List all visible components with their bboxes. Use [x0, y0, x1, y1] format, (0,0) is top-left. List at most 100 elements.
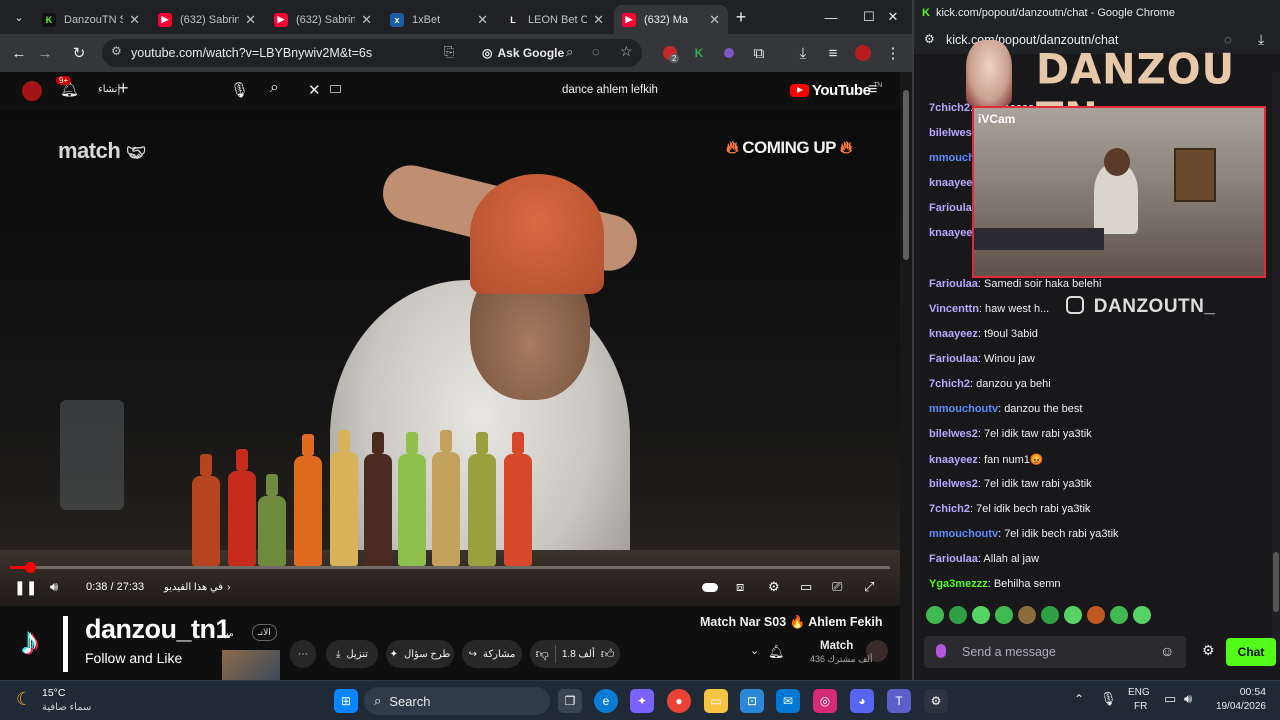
chat-username[interactable]: knaayeez — [929, 328, 978, 340]
browser-tab[interactable]: ▶ (632) Ma ✕ — [614, 5, 728, 34]
chat-scrollbar[interactable] — [1272, 72, 1280, 662]
new-tab-button[interactable]: + — [730, 6, 752, 28]
voice-search-mic-icon[interactable]: 🎙︎ — [230, 81, 249, 101]
hamburger-menu-icon[interactable]: ≡ — [868, 81, 877, 99]
close-tab-icon[interactable]: ✕ — [709, 12, 720, 28]
emote[interactable] — [926, 606, 944, 624]
emote[interactable] — [949, 606, 967, 624]
emoji-picker-icon[interactable]: ☺ — [1160, 643, 1174, 659]
zoom-icon[interactable]: ⌕ — [566, 44, 573, 60]
miniplayer-icon[interactable]: ▭ — [800, 578, 812, 596]
chat-username[interactable]: Farioulaa — [929, 353, 978, 365]
volume-tray-icon[interactable]: 🔊︎ — [1184, 691, 1192, 707]
create-label[interactable]: إنشاء — [98, 84, 120, 95]
chat-username[interactable]: Farioulaa — [929, 553, 978, 565]
show-hidden-icons-chevron-icon[interactable]: ⌃ — [1074, 692, 1084, 706]
teams-icon[interactable]: T — [887, 689, 911, 713]
close-tab-icon[interactable]: ✕ — [593, 12, 604, 28]
emote[interactable] — [995, 606, 1013, 624]
ask-google-button[interactable]: ◎ Ask Google — [474, 43, 572, 63]
weather-desc[interactable]: سماء صافية — [42, 702, 91, 713]
weather-moon-icon[interactable]: ☾ — [16, 689, 32, 710]
browser-tab[interactable]: ▶ (632) Sabrina ✕ — [150, 5, 264, 34]
language-indicator[interactable]: ENG — [1128, 687, 1150, 698]
reload-icon[interactable]: ↻ — [68, 42, 90, 64]
channel-name[interactable]: Match — [820, 640, 853, 652]
fullscreen-icon[interactable]: ⤢ — [864, 578, 874, 596]
extension-adblock-icon[interactable]: 2 — [659, 42, 681, 64]
copilot-icon[interactable]: ✦ — [630, 689, 654, 713]
browser-tab[interactable]: K DanzouTN St ✕ — [34, 5, 148, 34]
kick-extension-icon[interactable]: K — [688, 42, 710, 64]
create-plus-icon[interactable]: + — [118, 78, 129, 99]
video-player[interactable]: match 🤝︎ 🔥︎ COMING UP 🔥︎ — [0, 110, 900, 606]
site-info-icon[interactable]: ⚙ — [924, 32, 935, 46]
back-icon[interactable]: ← — [8, 42, 30, 64]
eye-off-icon[interactable]: ◌ — [592, 44, 600, 59]
microphone-tray-icon[interactable]: 🎙︎ — [1100, 691, 1117, 707]
chat-username[interactable]: 7chich2 — [929, 503, 970, 515]
network-icon[interactable]: ▭ — [1164, 691, 1176, 707]
chat-username[interactable]: knaayeez — [929, 227, 978, 239]
settings-app-icon[interactable]: ⚙ — [924, 689, 948, 713]
task-view-icon[interactable]: ❐ — [558, 689, 582, 713]
media-control-icon[interactable]: ≡ — [822, 42, 844, 64]
extension-purple-icon[interactable] — [718, 42, 740, 64]
chat-username[interactable]: Farioulaa — [929, 202, 978, 214]
mic-icon[interactable] — [936, 644, 946, 658]
chevron-down-icon[interactable]: ⌄ — [750, 644, 759, 657]
chat-username[interactable]: mmouchoutv — [929, 403, 998, 415]
youtube-search-input[interactable]: ✕ dance ahlem lefkih — [296, 79, 664, 105]
chat-username[interactable]: bilelwes2 — [929, 478, 978, 490]
settings-gear-icon[interactable]: ⚙ — [768, 578, 780, 596]
keyboard-icon[interactable] — [330, 85, 341, 93]
chat-username[interactable]: bilelwes2 — [929, 127, 978, 139]
chat-username[interactable]: Yga3mezzz — [929, 578, 988, 590]
clock-date[interactable]: 19/04/2026 — [1206, 701, 1266, 712]
emote[interactable] — [1041, 606, 1059, 624]
chat-settings-gear-icon[interactable]: ⚙ — [1202, 642, 1215, 659]
install-app-icon[interactable]: ⎘ — [444, 44, 454, 60]
keyboard-layout[interactable]: FR — [1134, 701, 1147, 712]
close-tab-icon[interactable]: ✕ — [129, 12, 140, 28]
chat-message-input[interactable]: Send a message ☺ — [924, 636, 1186, 668]
emote[interactable] — [1110, 606, 1128, 624]
emote[interactable] — [1064, 606, 1082, 624]
more-actions-button[interactable]: ⋯ — [290, 640, 316, 668]
ask-button[interactable]: ✦ طرح سؤال — [386, 640, 454, 668]
scrollbar-thumb[interactable] — [903, 90, 909, 260]
address-bar[interactable]: ⚙ youtube.com/watch?v=LBYBnywiv2M&t=6s ⎘… — [102, 39, 642, 67]
chapter-button[interactable]: في هذا الفيديو › — [164, 578, 230, 596]
chat-username[interactable]: knaayeez — [929, 177, 978, 189]
autoplay-toggle[interactable] — [702, 578, 718, 596]
edge-icon[interactable]: e — [594, 689, 618, 713]
chat-username[interactable]: 7chich2 — [929, 378, 970, 390]
pause-button[interactable]: ❚❚ — [14, 578, 37, 596]
chrome-icon[interactable]: ● — [667, 689, 691, 713]
chat-username[interactable]: knaayeez — [929, 454, 978, 466]
thumbnail[interactable] — [222, 650, 280, 680]
extensions-puzzle-icon[interactable]: ⧉ — [748, 42, 770, 64]
discord-icon[interactable]: ◕ — [850, 689, 874, 713]
weather-temp[interactable]: 15°C — [42, 687, 65, 699]
join-button[interactable]: الانـ — [252, 624, 277, 641]
chat-scrollbar-thumb[interactable] — [1273, 552, 1279, 612]
like-icon[interactable]: 👍︎ — [601, 646, 615, 662]
share-button[interactable]: ↪ مشاركة — [462, 640, 522, 668]
download-button[interactable]: ⤓ تنزيل — [326, 640, 378, 668]
browser-tab[interactable]: L LEON Bet Ca ✕ — [498, 5, 612, 34]
send-chat-button[interactable]: Chat — [1226, 638, 1276, 666]
file-explorer-icon[interactable]: ▭ — [704, 689, 728, 713]
clear-search-icon[interactable]: ✕ — [308, 81, 321, 99]
account-avatar[interactable] — [22, 81, 42, 101]
close-window-icon[interactable]: ✕ — [874, 0, 912, 34]
emote[interactable] — [1133, 606, 1151, 624]
tab-search-icon[interactable]: ⌄ — [8, 6, 30, 28]
subtitles-icon[interactable]: ⧈ — [736, 578, 744, 596]
video-progress-bar[interactable] — [10, 562, 890, 573]
downloads-icon[interactable]: ⤓ — [792, 42, 814, 64]
bell-icon[interactable]: 🔔︎ — [768, 644, 785, 660]
site-info-icon[interactable]: ⚙ — [111, 44, 122, 58]
chat-username[interactable]: bilelwes2 — [929, 428, 978, 440]
emote[interactable] — [1018, 606, 1036, 624]
